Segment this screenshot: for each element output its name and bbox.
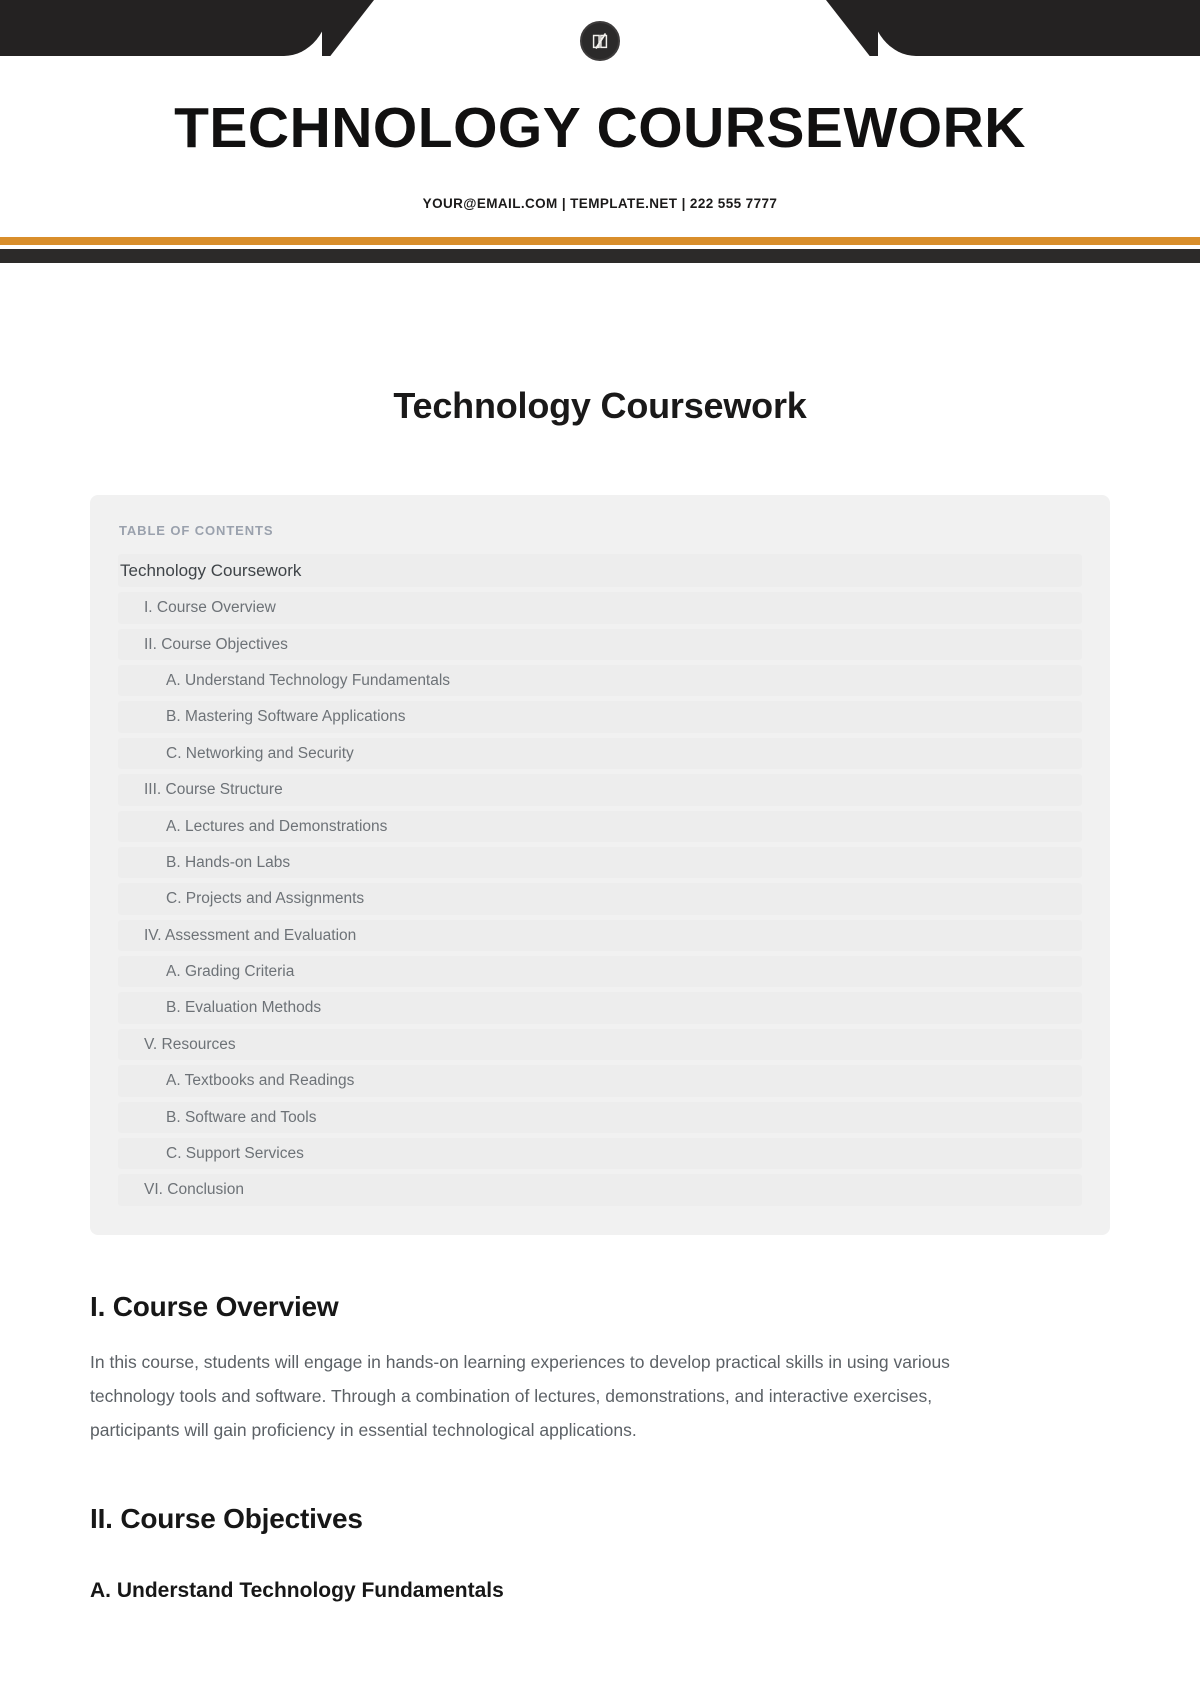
toc-item[interactable]: B. Mastering Software Applications — [118, 701, 1082, 733]
document-body: Technology Coursework TABLE OF CONTENTS … — [0, 385, 1200, 1603]
toc-item[interactable]: A. Grading Criteria — [118, 956, 1082, 988]
toc-item[interactable]: Technology Coursework — [118, 554, 1082, 588]
document-page: TECHNOLOGY COURSEWORK YOUR@EMAIL.COM | T… — [0, 0, 1200, 1700]
toc-label: TABLE OF CONTENTS — [119, 523, 274, 538]
toc-list: Technology Coursework I. Course Overview I… — [118, 554, 1082, 1206]
section-heading-course-objectives: II. Course Objectives — [90, 1503, 363, 1534]
toc-item[interactable]: V. Resources — [118, 1028, 1082, 1061]
section-body-course-overview: In this course, students will engage in … — [90, 1351, 950, 1440]
toc-item[interactable]: B. Software and Tools — [118, 1101, 1082, 1133]
header-corner-shape-right — [870, 0, 1200, 56]
letterhead-contact: YOUR@EMAIL.COM | TEMPLATE.NET | 222 555 … — [422, 196, 778, 211]
toc-item[interactable]: III. Course Structure — [118, 774, 1082, 806]
toc-item[interactable]: I. Course Overview — [118, 592, 1082, 624]
page-title: Technology Coursework — [393, 385, 807, 426]
subsection-heading-understand-technology-fundamentals: A. Understand Technology Fundamentals — [90, 1579, 504, 1602]
toc-item[interactable]: C. Projects and Assignments — [118, 883, 1082, 915]
header-corner-shape-left — [0, 0, 330, 56]
toc-item[interactable]: A. Textbooks and Readings — [118, 1065, 1082, 1097]
accent-rule-orange — [0, 237, 1200, 245]
section-heading-course-overview: I. Course Overview — [90, 1290, 339, 1322]
letterhead-title: TECHNOLOGY COURSEWORK — [174, 96, 1026, 160]
letterhead-header: TECHNOLOGY COURSEWORK YOUR@EMAIL.COM | T… — [0, 0, 1200, 265]
toc-item[interactable]: A. Understand Technology Fundamentals — [118, 665, 1082, 697]
toc-item[interactable]: C. Support Services — [118, 1137, 1082, 1170]
accent-rule-dark — [0, 249, 1200, 263]
book-quill-logo-icon — [580, 21, 620, 61]
toc-item[interactable]: II. Course Objectives — [118, 628, 1082, 660]
toc-item[interactable]: B. Hands-on Labs — [118, 846, 1082, 879]
toc-item[interactable]: A. Lectures and Demonstrations — [118, 810, 1082, 842]
toc-item[interactable]: IV. Assessment and Evaluation — [118, 919, 1082, 951]
toc-item[interactable]: VI. Conclusion — [118, 1174, 1082, 1206]
toc-item[interactable]: B. Evaluation Methods — [118, 992, 1082, 1024]
table-of-contents: TABLE OF CONTENTS Technology Coursework I… — [90, 495, 1110, 1235]
toc-item[interactable]: C. Networking and Security — [118, 737, 1082, 770]
